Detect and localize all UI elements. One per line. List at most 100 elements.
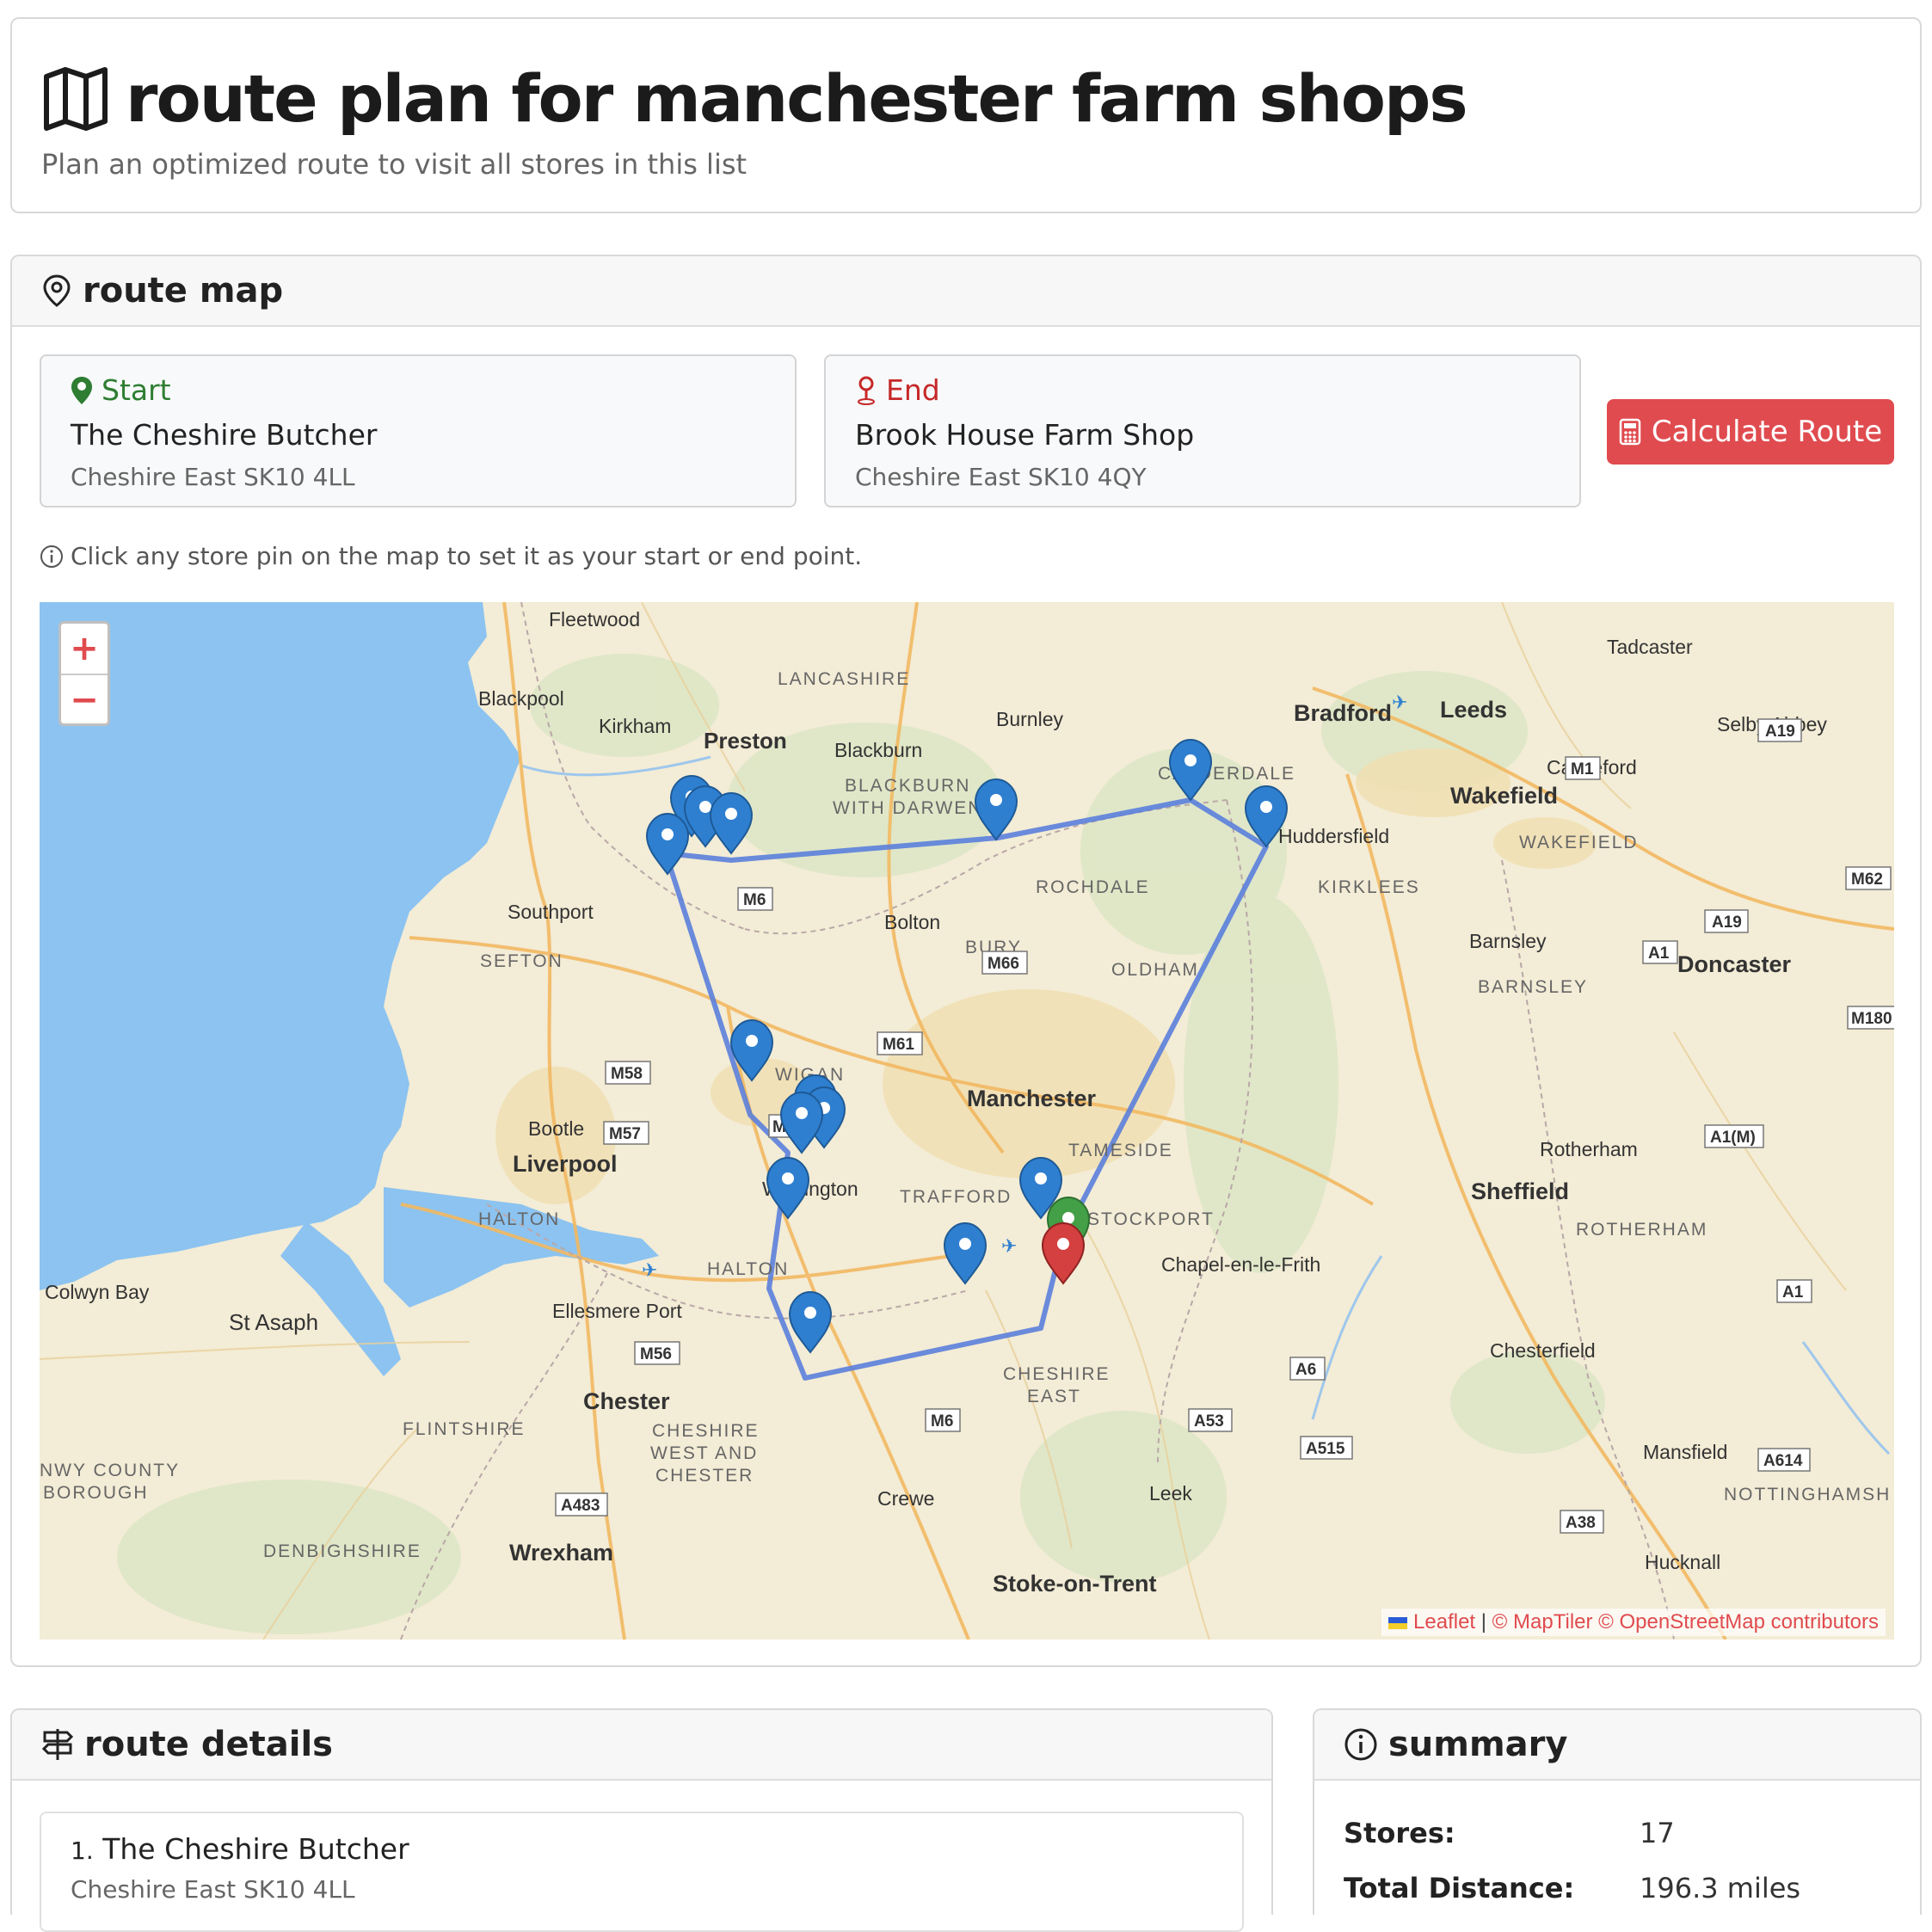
map-label-hucknall: Hucknall <box>1645 1551 1720 1573</box>
map-label-conwy-1: NWY COUNTY <box>40 1461 180 1480</box>
map-label-fleetwood: Fleetwood <box>549 608 640 631</box>
leaflet-link[interactable]: Leaflet <box>1413 1610 1475 1634</box>
tiles-attribution-link[interactable]: © MapTiler © OpenStreetMap contributors <box>1492 1610 1879 1634</box>
road-shield-a19-b: A19 <box>1704 909 1749 933</box>
map-label-rotherham-district: ROTHERHAM <box>1576 1220 1707 1240</box>
map-label-wrexham: Wrexham <box>509 1540 613 1566</box>
map-label-barnsley-district: BARNSLEY <box>1478 977 1588 997</box>
svg-text:M56: M56 <box>640 1345 672 1363</box>
road-shield-a38: A38 <box>1560 1510 1604 1534</box>
list-item[interactable]: 1. The Cheshire Butcher Cheshire East SK… <box>40 1812 1244 1932</box>
map-label-cwac-3: CHESTER <box>655 1466 754 1486</box>
route-map-title: route map <box>83 271 284 311</box>
route-details-title: route details <box>84 1725 333 1764</box>
map-label-halton: HALTON <box>707 1259 789 1279</box>
svg-text:A483: A483 <box>561 1497 600 1515</box>
airport-icon: ✈ <box>642 1260 657 1282</box>
end-store-address: Cheshire East SK10 4QY <box>855 463 1147 491</box>
airport-icon: ✈ <box>1001 1236 1017 1258</box>
map-label-rochdale: ROCHDALE <box>1036 877 1150 897</box>
map-label-bootle: Bootle <box>528 1117 584 1140</box>
map-label-barnsley: Barnsley <box>1469 930 1547 952</box>
map-label-denbighshire: DENBIGHSHIRE <box>263 1541 421 1561</box>
svg-text:A515: A515 <box>1306 1440 1345 1458</box>
airport-icon: ✈ <box>1392 692 1407 714</box>
zoom-out-button[interactable]: − <box>61 675 108 725</box>
zoom-control: + − <box>58 621 110 726</box>
map-hint: Click any store pin on the map to set it… <box>40 542 862 570</box>
zoom-in-button[interactable]: + <box>61 624 108 675</box>
end-pin-icon <box>858 376 875 405</box>
calculate-route-button[interactable]: Calculate Route <box>1607 399 1894 465</box>
map-label-chapel: Chapel-en-le-Frith <box>1161 1253 1320 1276</box>
map-label-kirklees: KIRKLEES <box>1318 877 1420 897</box>
signpost-icon <box>41 1729 74 1760</box>
map-label-cheshire-east-1: CHESHIRE <box>1003 1364 1111 1384</box>
map-label-st-asaph: St Asaph <box>229 1309 318 1335</box>
road-shield-m6-c: M6 <box>925 1408 961 1432</box>
map-label-leek: Leek <box>1149 1482 1192 1504</box>
svg-text:A1: A1 <box>1648 944 1670 963</box>
route-details-header: route details <box>12 1710 1271 1781</box>
map-label-lancashire: LANCASHIRE <box>778 669 910 689</box>
svg-text:M6: M6 <box>931 1412 953 1431</box>
ukraine-flag-icon <box>1388 1616 1408 1629</box>
map-label-sheffield: Sheffield <box>1471 1178 1569 1204</box>
map-icon <box>44 66 108 131</box>
road-shield-m58: M58 <box>605 1061 651 1085</box>
map-label-wakefield-district: WAKEFIELD <box>1519 833 1639 852</box>
map-label-burnley: Burnley <box>996 708 1063 730</box>
total-distance-value: 196.3 miles <box>1640 1872 1801 1904</box>
map-label-preston: Preston <box>704 728 787 754</box>
map-label-liverpool: Liverpool <box>513 1151 618 1177</box>
start-pin-icon <box>71 376 92 404</box>
page-title: route plan for manchester farm shops <box>41 60 1468 137</box>
route-map-header: route map <box>12 256 1920 327</box>
calculate-route-label: Calculate Route <box>1651 415 1883 449</box>
stores-value: 17 <box>1640 1817 1675 1849</box>
road-shield-m66: M66 <box>981 951 1028 975</box>
map-label-colwyn: Colwyn Bay <box>45 1281 150 1303</box>
map-label-huddersfield: Huddersfield <box>1278 825 1389 847</box>
road-shield-a19: A19 <box>1757 718 1802 742</box>
start-store-address: Cheshire East SK10 4LL <box>71 463 355 491</box>
svg-text:M62: M62 <box>1851 871 1883 889</box>
start-point-box[interactable]: Start The Cheshire Butcher Cheshire East… <box>40 354 797 508</box>
map-label-kirkham: Kirkham <box>599 715 671 737</box>
page-title-text: route plan for manchester farm shops <box>126 60 1468 137</box>
svg-text:A1: A1 <box>1782 1283 1804 1301</box>
road-shield-a6: A6 <box>1289 1357 1326 1381</box>
road-shield-a483: A483 <box>555 1492 608 1517</box>
road-shield-a1: A1 <box>1642 940 1678 964</box>
map-label-tameside: TAMESIDE <box>1068 1141 1173 1160</box>
map-label-oldham: OLDHAM <box>1111 960 1199 980</box>
road-shield-a515: A515 <box>1300 1436 1353 1460</box>
info-icon <box>1344 1728 1377 1761</box>
map-label-tadcaster: Tadcaster <box>1607 636 1693 658</box>
svg-text:M61: M61 <box>883 1036 914 1054</box>
road-shield-a1-b: A1 <box>1776 1279 1812 1303</box>
road-shield-m180: M180 <box>1847 1006 1894 1030</box>
route-item-name: 1. The Cheshire Butcher <box>71 1832 409 1866</box>
map-label-rotherham: Rotherham <box>1540 1138 1638 1160</box>
map-label-bradford: Bradford <box>1294 700 1392 726</box>
map-label-doncaster: Doncaster <box>1677 951 1792 977</box>
road-shield-m57: M57 <box>603 1121 649 1145</box>
road-shield-m61: M61 <box>877 1031 923 1055</box>
end-point-box[interactable]: End Brook House Farm Shop Cheshire East … <box>824 354 1581 508</box>
end-label: End <box>855 373 940 407</box>
map-label-stockport: STOCKPORT <box>1087 1209 1215 1229</box>
map-label-sefton: SEFTON <box>480 951 563 971</box>
map-label-leeds: Leeds <box>1440 697 1507 723</box>
map-label-nottingham: NOTTINGHAMSH <box>1724 1485 1891 1504</box>
start-label: Start <box>71 373 171 407</box>
svg-text:A38: A38 <box>1566 1514 1596 1532</box>
svg-text:A53: A53 <box>1194 1412 1224 1431</box>
map-label-bwd-2: WITH DARWEN <box>833 798 982 818</box>
svg-text:A19: A19 <box>1712 914 1742 932</box>
map-label-conwy-2: BOROUGH <box>43 1483 149 1503</box>
road-shield-m6: M6 <box>737 887 773 911</box>
map-label-crewe: Crewe <box>877 1487 934 1510</box>
page-subtitle: Plan an optimized route to visit all sto… <box>41 148 748 181</box>
route-map-canvas[interactable]: Fleetwood Blackpool Kirkham Preston LANC… <box>40 602 1894 1640</box>
